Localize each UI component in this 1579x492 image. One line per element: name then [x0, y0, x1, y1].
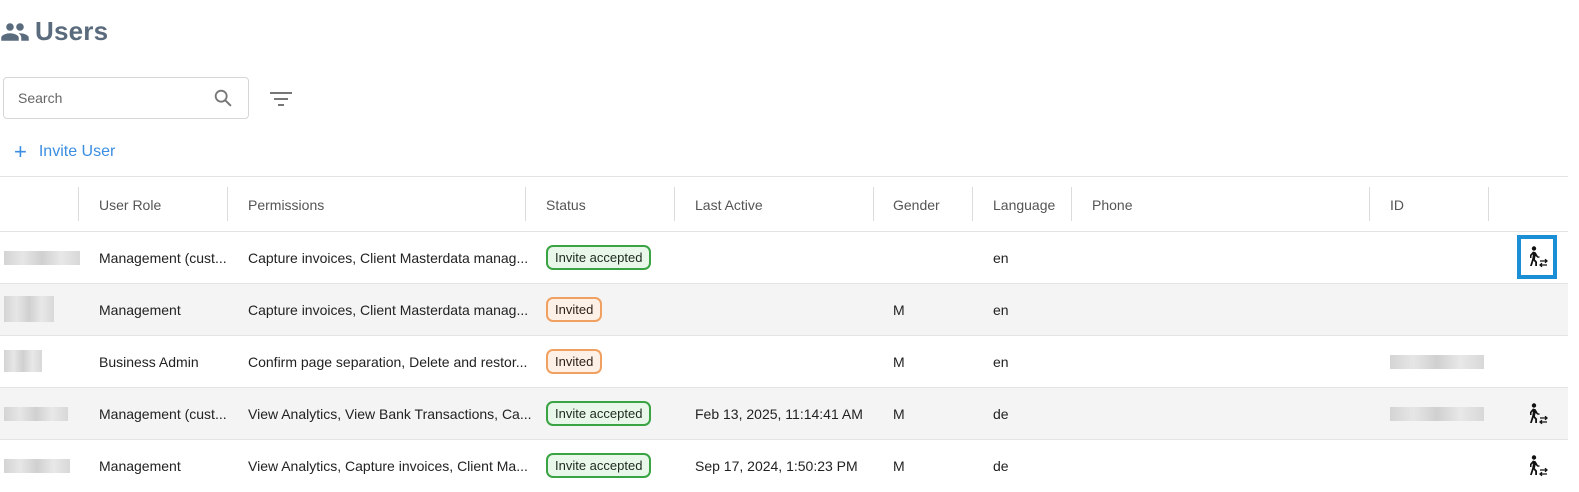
- gender-cell: M: [893, 457, 905, 474]
- column-header-last-active[interactable]: Last Active: [695, 177, 763, 232]
- column-header-permissions[interactable]: Permissions: [248, 177, 324, 232]
- status-badge: Invited: [546, 349, 603, 374]
- permissions-cell: Capture invoices, Client Masterdata mana…: [248, 301, 529, 318]
- column-header-id[interactable]: ID: [1390, 177, 1404, 232]
- page-header: Users: [0, 16, 108, 47]
- gender-cell: M: [893, 353, 905, 370]
- table-header: User Role Permissions Status Last Active…: [0, 176, 1568, 232]
- switch-user-icon: [1530, 455, 1548, 477]
- status-badge: Invite accepted: [546, 245, 652, 270]
- gender-cell: M: [893, 301, 905, 318]
- page-title: Users: [35, 16, 109, 46]
- column-divider[interactable]: [873, 187, 874, 221]
- user-role-cell: Business Admin: [99, 353, 199, 370]
- status-cell: Invited: [546, 284, 603, 335]
- column-divider[interactable]: [78, 187, 79, 221]
- user-role-cell: Management: [99, 301, 181, 318]
- column-divider[interactable]: [1369, 187, 1370, 221]
- language-cell: de: [993, 457, 1009, 474]
- language-cell: en: [993, 301, 1009, 318]
- column-divider[interactable]: [1488, 187, 1489, 221]
- status-cell: Invite accepted: [546, 440, 652, 491]
- user-role-cell: Management: [99, 457, 181, 474]
- table-row[interactable]: Management View Analytics, Capture invoi…: [0, 440, 1568, 492]
- table-row[interactable]: Management Capture invoices, Client Mast…: [0, 284, 1568, 336]
- search-box[interactable]: [3, 77, 249, 119]
- plus-icon: +: [14, 139, 27, 164]
- table-row[interactable]: Management (cust... Capture invoices, Cl…: [0, 232, 1568, 284]
- invite-user-button[interactable]: + Invite User: [14, 139, 116, 164]
- column-divider[interactable]: [674, 187, 675, 221]
- column-header-gender[interactable]: Gender: [893, 177, 940, 232]
- status-badge: Invite accepted: [546, 401, 652, 426]
- language-cell: de: [993, 405, 1009, 422]
- redacted-id: [1390, 355, 1484, 369]
- gender-cell: M: [893, 405, 905, 422]
- language-cell: en: [993, 353, 1009, 370]
- column-divider[interactable]: [227, 187, 228, 221]
- search-input[interactable]: [18, 90, 212, 106]
- invite-user-label: Invite User: [38, 143, 116, 160]
- switch-user-button[interactable]: [1517, 235, 1557, 279]
- permissions-cell: View Analytics, View Bank Transactions, …: [248, 405, 532, 422]
- status-badge: Invited: [546, 297, 603, 322]
- switch-user-icon: [1530, 246, 1548, 268]
- permissions-cell: View Analytics, Capture invoices, Client…: [248, 457, 528, 474]
- redacted-name: [4, 251, 80, 265]
- status-cell: Invite accepted: [546, 388, 652, 439]
- filter-button[interactable]: [267, 86, 295, 112]
- permissions-cell: Capture invoices, Client Masterdata mana…: [248, 249, 529, 266]
- redacted-id: [1390, 407, 1484, 421]
- user-role-cell: Management (cust...: [99, 405, 227, 422]
- column-divider[interactable]: [972, 187, 973, 221]
- column-header-user-role[interactable]: User Role: [99, 177, 161, 232]
- users-icon: [1, 22, 29, 41]
- table-row[interactable]: Management (cust... View Analytics, View…: [0, 388, 1568, 440]
- users-table: User Role Permissions Status Last Active…: [0, 176, 1568, 492]
- switch-user-icon: [1530, 403, 1548, 425]
- search-icon[interactable]: [212, 87, 234, 109]
- switch-user-button[interactable]: [1517, 392, 1557, 436]
- column-header-status[interactable]: Status: [546, 177, 586, 232]
- last-active-cell: Sep 17, 2024, 1:50:23 PM: [695, 457, 858, 474]
- permissions-cell: Confirm page separation, Delete and rest…: [248, 353, 528, 370]
- table-row[interactable]: Business Admin Confirm page separation, …: [0, 336, 1568, 388]
- redacted-name: [4, 407, 68, 421]
- last-active-cell: Feb 13, 2025, 11:14:41 AM: [695, 405, 863, 422]
- user-role-cell: Management (cust...: [99, 249, 227, 266]
- status-badge: Invite accepted: [546, 453, 652, 478]
- column-header-phone[interactable]: Phone: [1092, 177, 1132, 232]
- column-header-language[interactable]: Language: [993, 177, 1055, 232]
- column-divider[interactable]: [1071, 187, 1072, 221]
- redacted-name: [4, 459, 70, 473]
- language-cell: en: [993, 249, 1009, 266]
- redacted-name: [4, 350, 42, 372]
- filter-icon: [270, 92, 292, 106]
- column-divider[interactable]: [525, 187, 526, 221]
- redacted-name: [4, 296, 54, 322]
- switch-user-button[interactable]: [1517, 444, 1557, 488]
- status-cell: Invite accepted: [546, 232, 652, 283]
- status-cell: Invited: [546, 336, 603, 387]
